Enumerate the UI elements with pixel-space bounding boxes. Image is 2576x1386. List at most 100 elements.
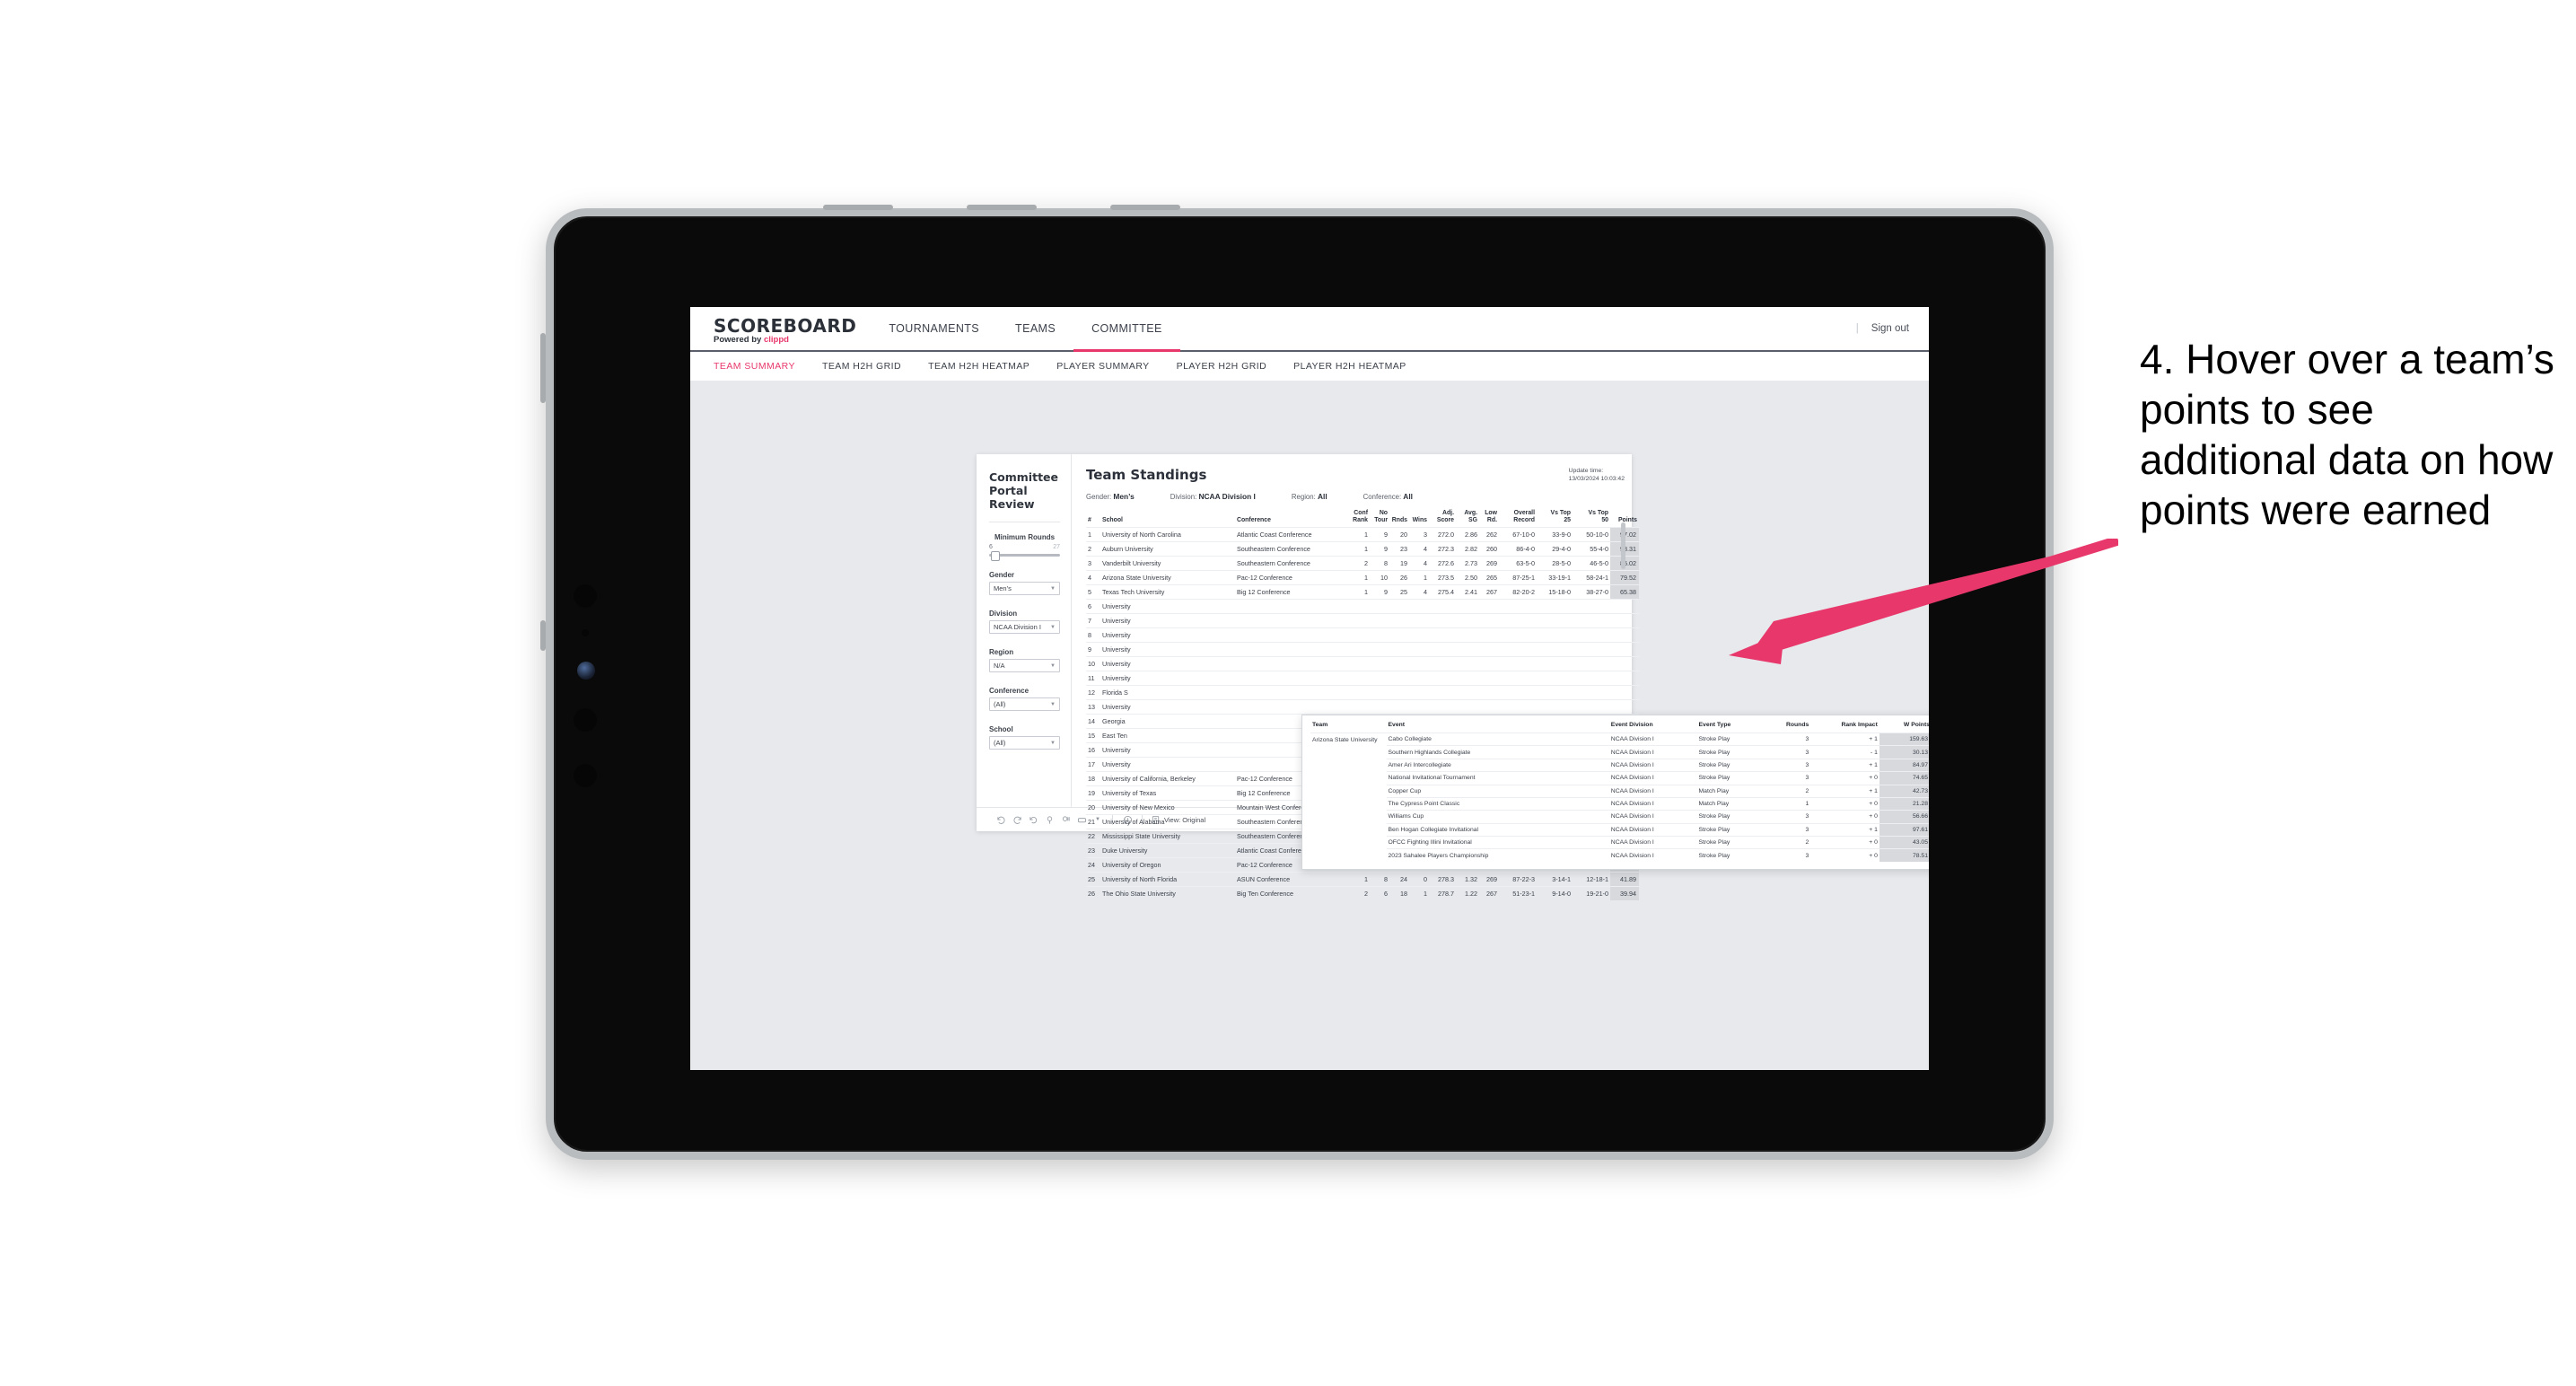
top-navigation-bar: SCOREBOARD Powered by clippd TOURNAMENTS… bbox=[690, 307, 1929, 352]
slider-handle[interactable] bbox=[991, 551, 1000, 561]
table-row[interactable]: 25 University of North Florida ASUN Confer… bbox=[1086, 872, 1639, 887]
column-header-overall[interactable]: Overall Record bbox=[1499, 510, 1537, 528]
table-row[interactable]: 7 University bbox=[1086, 613, 1639, 628]
cell-points[interactable] bbox=[1610, 627, 1639, 643]
chevron-down-icon: ▼ bbox=[1050, 662, 1056, 669]
column-header-school[interactable]: School bbox=[1100, 510, 1235, 528]
table-row[interactable]: 5 Texas Tech University Big 12 Conference 1… bbox=[1086, 584, 1639, 600]
minimum-rounds-slider[interactable] bbox=[989, 551, 1060, 561]
tablet-power-button bbox=[540, 620, 546, 651]
cell-points[interactable] bbox=[1610, 656, 1639, 671]
redo-icon[interactable] bbox=[1009, 815, 1025, 825]
table-row[interactable]: 1 University of North Carolina Atlantic Co… bbox=[1086, 527, 1639, 542]
column-header-vs-top[interactable]: Vs Top 50 bbox=[1573, 510, 1610, 528]
filter-sidebar: Committee Portal Review Minimum Rounds 6… bbox=[977, 454, 1072, 807]
undo-icon[interactable] bbox=[993, 815, 1009, 825]
table-header-row: # School Conference Conf Rank No Tour Rnds Wins A… bbox=[1086, 510, 1639, 528]
cell-conf_rank: 1 bbox=[1350, 584, 1370, 600]
column-header-vs-top[interactable]: Vs Top 25 bbox=[1537, 510, 1573, 528]
table-row[interactable]: 2 Auburn University Southeastern Conferenc… bbox=[1086, 541, 1639, 557]
cell-points[interactable] bbox=[1610, 699, 1639, 715]
table-row[interactable]: 4 Arizona State University Pac-12 Conferen… bbox=[1086, 570, 1639, 585]
cell-points[interactable]: 79.52 bbox=[1610, 570, 1639, 585]
cell-rank: 2 bbox=[1086, 541, 1100, 557]
cell-points[interactable]: 39.94 bbox=[1610, 886, 1639, 900]
sub-tab-team-h2h-heatmap[interactable]: TEAM H2H HEATMAP bbox=[928, 361, 1056, 372]
cell-rank: 17 bbox=[1086, 757, 1100, 772]
nav-tab-tournaments[interactable]: TOURNAMENTS bbox=[871, 307, 997, 350]
refresh-icon[interactable] bbox=[1041, 815, 1057, 825]
table-row[interactable]: 10 University bbox=[1086, 656, 1639, 671]
tooltip-cell-type: Match Play bbox=[1696, 784, 1771, 798]
sub-tab-team-h2h-grid[interactable]: TEAM H2H GRID bbox=[822, 361, 928, 372]
tooltip-cell-impact: + 1 bbox=[1810, 758, 1879, 772]
cell-points[interactable] bbox=[1610, 671, 1639, 686]
cell-adj_score bbox=[1429, 671, 1456, 686]
update-time-label: Update time: bbox=[1568, 468, 1604, 474]
cell-adj_score: 278.7 bbox=[1429, 886, 1456, 900]
cell-vs25 bbox=[1537, 599, 1573, 614]
sign-out-link[interactable]: Sign out bbox=[1871, 323, 1909, 334]
tooltip-cell-rounds: 3 bbox=[1770, 848, 1811, 862]
cell-points[interactable]: 41.89 bbox=[1610, 872, 1639, 887]
cell-no_tour: 8 bbox=[1370, 872, 1389, 887]
cell-wins: 4 bbox=[1409, 541, 1429, 557]
cell-conf_rank: 1 bbox=[1350, 527, 1370, 542]
column-header--[interactable]: # bbox=[1086, 510, 1100, 528]
column-header-wins[interactable]: Wins bbox=[1409, 510, 1429, 528]
table-row[interactable]: 9 University bbox=[1086, 642, 1639, 657]
table-row[interactable]: 11 University bbox=[1086, 671, 1639, 686]
cell-avg_sg: 1.22 bbox=[1456, 886, 1479, 900]
column-header-conference[interactable]: Conference bbox=[1235, 510, 1350, 528]
region-select[interactable]: N/A ▼ bbox=[989, 659, 1060, 672]
cell-points[interactable] bbox=[1610, 642, 1639, 657]
cell-low_rd bbox=[1479, 627, 1499, 643]
filter-minimum-rounds: Minimum Rounds 6 27 bbox=[989, 533, 1060, 561]
column-header-no[interactable]: No Tour bbox=[1370, 510, 1389, 528]
nav-tab-committee[interactable]: COMMITTEE bbox=[1073, 307, 1180, 352]
speaker-icon bbox=[574, 708, 597, 732]
cell-points[interactable] bbox=[1610, 685, 1639, 700]
column-header-avg-[interactable]: Avg. SG bbox=[1456, 510, 1479, 528]
cell-points[interactable] bbox=[1610, 599, 1639, 614]
division-select[interactable]: NCAA Division I ▼ bbox=[989, 620, 1060, 634]
cell-conf_rank: 1 bbox=[1350, 872, 1370, 887]
gender-select[interactable]: Men’s ▼ bbox=[989, 582, 1060, 595]
brand-logo[interactable]: SCOREBOARD Powered by clippd bbox=[690, 307, 871, 350]
column-header-adj-[interactable]: Adj. Score bbox=[1429, 510, 1456, 528]
table-row[interactable]: 12 Florida S bbox=[1086, 685, 1639, 700]
update-time-value: 13/03/2024 10:03:42 bbox=[1568, 476, 1625, 482]
gender-value: Men’s bbox=[994, 584, 1012, 592]
conference-select[interactable]: (All) ▼ bbox=[989, 697, 1060, 711]
table-row[interactable]: 3 Vanderbilt University Southeastern Confe… bbox=[1086, 556, 1639, 571]
sub-tab-player-summary[interactable]: PLAYER SUMMARY bbox=[1056, 361, 1176, 372]
sub-tab-player-h2h-grid[interactable]: PLAYER H2H GRID bbox=[1177, 361, 1294, 372]
revert-icon[interactable] bbox=[1025, 815, 1041, 825]
nav-tab-teams[interactable]: TEAMS bbox=[997, 307, 1073, 350]
filter-conference: Conference (All) ▼ bbox=[989, 687, 1060, 711]
cell-rnds bbox=[1389, 642, 1409, 657]
cell-school: University of North Carolina bbox=[1100, 527, 1235, 542]
cell-rnds: 26 bbox=[1389, 570, 1409, 585]
cell-low_rd: 269 bbox=[1479, 556, 1499, 571]
column-header-conf[interactable]: Conf Rank bbox=[1350, 510, 1370, 528]
pause-icon[interactable] bbox=[1057, 815, 1073, 825]
sub-tab-player-h2h-heatmap[interactable]: PLAYER H2H HEATMAP bbox=[1293, 361, 1433, 372]
table-row[interactable]: 26 The Ohio State University Big Ten Confe… bbox=[1086, 886, 1639, 900]
cell-conf_rank: 2 bbox=[1350, 556, 1370, 571]
column-header-rnds[interactable]: Rnds bbox=[1389, 510, 1409, 528]
column-header-low[interactable]: Low Rd. bbox=[1479, 510, 1499, 528]
cell-points[interactable] bbox=[1610, 613, 1639, 628]
cell-no_tour bbox=[1370, 613, 1389, 628]
table-row[interactable]: 8 University bbox=[1086, 627, 1639, 643]
table-row[interactable]: 6 University bbox=[1086, 599, 1639, 614]
sub-tab-team-summary[interactable]: TEAM SUMMARY bbox=[714, 361, 822, 372]
cell-school: Arizona State University bbox=[1100, 570, 1235, 585]
school-select[interactable]: (All) ▼ bbox=[989, 736, 1060, 750]
tooltip-cell-type: Stroke Play bbox=[1696, 771, 1771, 785]
table-row[interactable]: 13 University bbox=[1086, 699, 1639, 715]
table-scrollbar[interactable] bbox=[1621, 522, 1625, 569]
cell-no_tour: 10 bbox=[1370, 570, 1389, 585]
cell-points[interactable]: 65.38 bbox=[1610, 584, 1639, 600]
tooltip-table-body: Arizona State University Cabo Collegiate N… bbox=[1310, 732, 1929, 862]
